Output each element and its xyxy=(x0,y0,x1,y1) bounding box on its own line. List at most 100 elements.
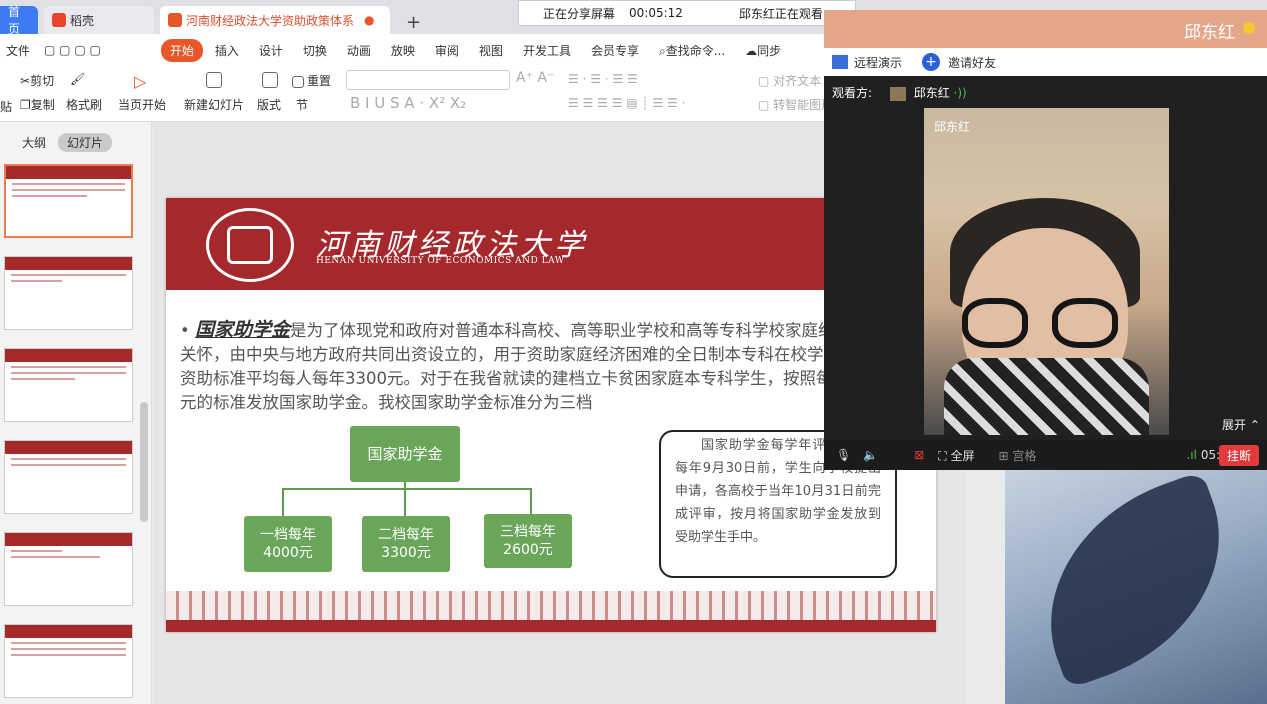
tab-home-label: 首页 xyxy=(8,5,21,36)
term-highlight: 国家助学金 xyxy=(194,319,290,341)
docer-icon xyxy=(52,13,66,27)
slides-tab[interactable]: 幻灯片 xyxy=(58,133,113,152)
university-name-en: HENAN UNIVERSITY OF ECONOMICS AND LAW xyxy=(316,256,565,266)
bird-image xyxy=(1013,470,1257,690)
vip-badge-icon xyxy=(1243,22,1255,34)
menu-developer[interactable]: 开发工具 xyxy=(523,42,571,59)
fullscreen-button[interactable]: ⛶ 全屏 xyxy=(938,447,974,464)
feed-name-tag: 邱东红 xyxy=(934,120,971,134)
university-logo xyxy=(206,208,294,282)
layout-button[interactable]: 版式 xyxy=(257,96,281,113)
scissors-icon: ✂ xyxy=(20,74,31,88)
grid-icon: ⊞ xyxy=(998,448,1013,463)
slide-thumbnail-5[interactable] xyxy=(4,532,133,606)
tier-1-amount: 4000元 xyxy=(263,545,313,561)
sync-button[interactable]: ☁同步 xyxy=(745,42,781,59)
tab-docer[interactable]: 稻壳 xyxy=(44,6,154,34)
slide-thumbnail-pane: 大纲 幻灯片 xyxy=(0,122,152,704)
expand-button[interactable]: 展开 ⌃ xyxy=(1222,416,1260,433)
reset-button[interactable]: 重置 xyxy=(292,72,331,89)
chart-root-box[interactable]: 国家助学金 xyxy=(350,426,460,482)
camera-feed[interactable]: 邱东红 xyxy=(924,108,1169,435)
slide-canvas[interactable]: 河南财经政法大学 HENAN UNIVERSITY OF ECONOMICS A… xyxy=(166,198,936,632)
copy-label: 复制 xyxy=(30,98,55,112)
smart-art-button: ▢ 转智能图形 xyxy=(758,96,833,113)
menu-start[interactable]: 开始 xyxy=(160,38,203,62)
viewers-label: 观看方: xyxy=(832,86,873,100)
microphone-icon[interactable]: 🎙 xyxy=(836,448,851,462)
slide-thumbnail-1[interactable] xyxy=(4,164,133,238)
start-from-current-button[interactable]: 当页开始 xyxy=(118,96,166,113)
copy-button[interactable]: ❐复制 xyxy=(20,96,55,113)
menu-slideshow[interactable]: 放映 xyxy=(391,42,415,59)
new-slide-icon xyxy=(206,72,225,88)
paste-button[interactable]: 贴 xyxy=(0,98,12,115)
connector-line xyxy=(530,488,532,514)
expand-label: 展开 xyxy=(1222,418,1247,432)
fullscreen-icon: ⛶ xyxy=(938,448,951,463)
unsaved-dot-icon: ● xyxy=(364,13,375,27)
speaker-icon[interactable]: 🔈 xyxy=(863,448,878,462)
connector-line xyxy=(282,488,532,490)
cloud-icon: ☁ xyxy=(745,43,758,58)
tier-box-1[interactable]: 一档每年 4000元 xyxy=(244,516,332,572)
video-call-header: 邱东红 xyxy=(824,10,1267,48)
search-command[interactable]: ⌕查找命令... xyxy=(659,42,725,59)
new-slide-button[interactable]: 新建幻灯片 xyxy=(184,96,244,113)
tab-presentation[interactable]: 河南财经政法大学资助政策体系 ● xyxy=(160,6,390,34)
share-viewer: 邱东红正在观看 xyxy=(738,6,823,21)
tier-box-2[interactable]: 二档每年 3300元 xyxy=(362,516,450,572)
section-button[interactable]: 节 xyxy=(296,96,308,113)
connector-line xyxy=(282,488,284,516)
format-painter-button[interactable]: 格式刷 xyxy=(66,96,102,113)
slide-thumbnail-6[interactable] xyxy=(4,624,133,698)
menu-member[interactable]: 会员专享 xyxy=(591,42,639,59)
play-icon: ▷ xyxy=(134,72,147,91)
search-command-label: 查找命令... xyxy=(665,43,726,58)
menu-transition[interactable]: 切换 xyxy=(303,42,327,59)
menu-insert[interactable]: 插入 xyxy=(215,42,239,59)
align-text-button: ▢ 对齐文本 xyxy=(758,72,821,89)
share-timer: 00:05:12 xyxy=(629,6,683,20)
cut-button[interactable]: ✂剪切 xyxy=(20,72,54,89)
outline-tab[interactable]: 大纲 xyxy=(22,134,46,151)
slide-thumbnail-2[interactable] xyxy=(4,256,133,330)
camera-off-icon[interactable]: ⊠ xyxy=(914,448,924,462)
reset-label: 重置 xyxy=(307,74,332,88)
audio-wave-icon: ·)) xyxy=(953,86,967,100)
copy-icon: ❐ xyxy=(20,98,31,112)
slide-paragraph[interactable]: • 国家助学金是为了体现党和政府对普通本科高校、高等职业学校和高等专科学校家庭经… xyxy=(180,318,936,415)
video-call-panel: 邱东红 远程演示 + 邀请好友 观看方: 邱东红 ·)) 邱东红 展开 ⌃ 🎙 … xyxy=(824,10,1267,470)
invite-friend-button[interactable]: 邀请好友 xyxy=(948,54,996,71)
align-icons: ☰ ☰ ☰ ☰ ▤ ┊ ☰ ☰ · xyxy=(568,96,686,110)
menu-view[interactable]: 视图 xyxy=(479,42,503,59)
menu-design[interactable]: 设计 xyxy=(259,42,283,59)
hangup-button[interactable]: 挂断 xyxy=(1218,445,1259,466)
slide-header: 河南财经政法大学 HENAN UNIVERSITY OF ECONOMICS A… xyxy=(166,198,936,290)
font-name-select[interactable] xyxy=(346,70,510,90)
slide-thumbnail-4[interactable] xyxy=(4,440,133,514)
align-text-icon: ▢ xyxy=(758,74,774,88)
thumbnail-scrollbar[interactable] xyxy=(140,402,148,522)
menu-file[interactable]: 文件 xyxy=(6,42,30,59)
viewer-avatar xyxy=(889,86,906,101)
add-friend-icon: + xyxy=(922,53,941,71)
layout-icon xyxy=(262,72,281,88)
list-icons: ☰ · ☰ · ☰ ☰ xyxy=(568,72,638,86)
remote-present-button[interactable]: 远程演示 xyxy=(854,54,902,71)
menu-review[interactable]: 审阅 xyxy=(435,42,459,59)
cut-label: 剪切 xyxy=(30,74,55,88)
connector-line xyxy=(404,488,406,516)
slide-thumbnail-3[interactable] xyxy=(4,348,133,422)
chevron-up-icon: ⌃ xyxy=(1246,418,1260,432)
new-tab-button[interactable]: + xyxy=(398,8,429,36)
menu-animation[interactable]: 动画 xyxy=(347,42,371,59)
sync-label: 同步 xyxy=(757,43,782,58)
grid-view-button[interactable]: ⊞ 宫格 xyxy=(998,447,1036,464)
decorative-pattern xyxy=(166,591,936,620)
font-size-icons: A⁺ A⁻ xyxy=(516,70,555,86)
tier-box-3[interactable]: 三档每年 2600元 xyxy=(484,514,572,568)
search-icon: ⌕ xyxy=(658,43,666,58)
font-style-icons: B I U S A · X² X₂ xyxy=(350,94,467,112)
tab-home[interactable]: 首页 xyxy=(0,5,38,36)
